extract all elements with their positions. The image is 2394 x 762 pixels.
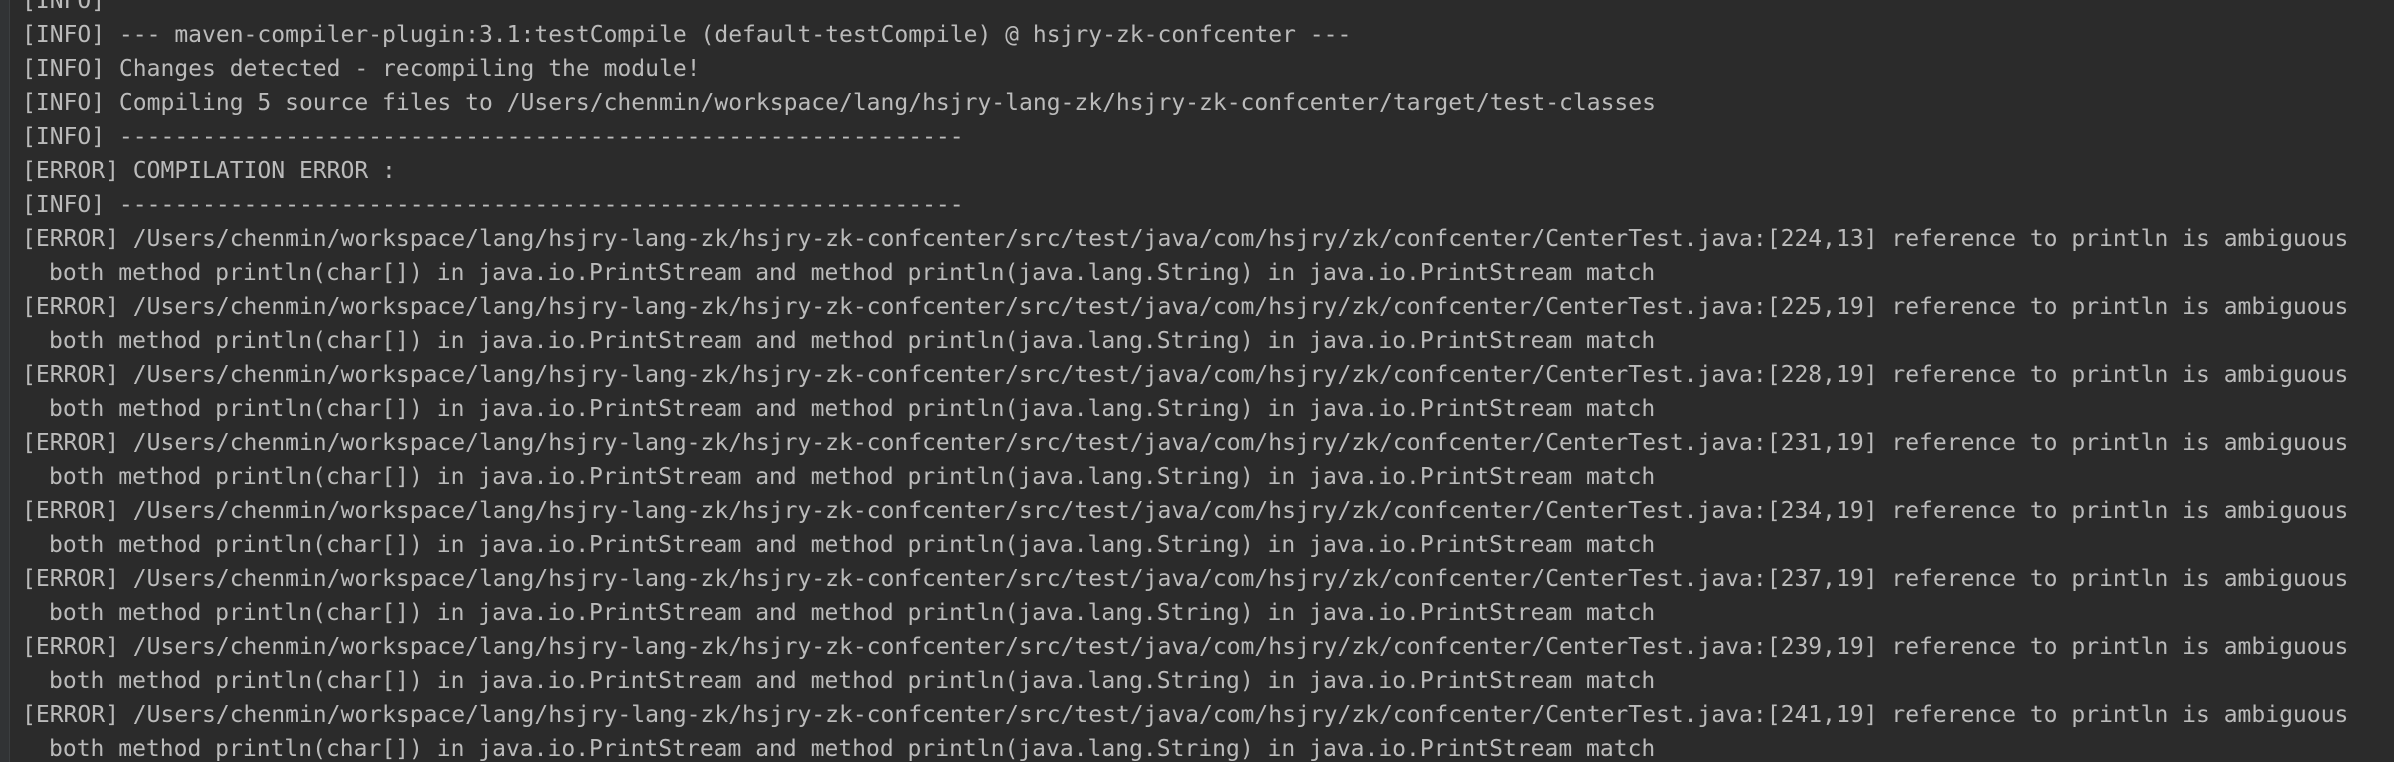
log-line: [ERROR] /Users/chenmin/workspace/lang/hs… xyxy=(22,634,2349,660)
log-line-continuation: both method println(char[]) in java.io.P… xyxy=(49,396,1656,422)
log-line: [ERROR] /Users/chenmin/workspace/lang/hs… xyxy=(22,294,2349,320)
log-line: [ERROR] /Users/chenmin/workspace/lang/hs… xyxy=(22,226,2349,252)
log-line: [ERROR] /Users/chenmin/workspace/lang/hs… xyxy=(22,702,2349,728)
log-line: [INFO] ---------------------------------… xyxy=(22,192,964,218)
log-line: [INFO] --- maven-compiler-plugin:3.1:tes… xyxy=(22,22,1352,48)
log-line-continuation: both method println(char[]) in java.io.P… xyxy=(49,736,1656,762)
log-line: [ERROR] /Users/chenmin/workspace/lang/hs… xyxy=(22,498,2349,524)
log-line: [INFO] ---------------------------------… xyxy=(22,124,964,150)
log-line-continuation: both method println(char[]) in java.io.P… xyxy=(49,260,1656,286)
log-line: [INFO] Changes detected - recompiling th… xyxy=(22,56,701,82)
log-line: [ERROR] COMPILATION ERROR : xyxy=(22,158,396,184)
log-line-continuation: both method println(char[]) in java.io.P… xyxy=(49,600,1656,626)
log-line-continuation: both method println(char[]) in java.io.P… xyxy=(49,464,1656,490)
log-line-continuation: both method println(char[]) in java.io.P… xyxy=(49,532,1656,558)
log-line-continuation: both method println(char[]) in java.io.P… xyxy=(49,668,1656,694)
log-line: [ERROR] /Users/chenmin/workspace/lang/hs… xyxy=(22,362,2349,388)
log-line: [ERROR] /Users/chenmin/workspace/lang/hs… xyxy=(22,566,2349,592)
console-gutter xyxy=(0,0,10,762)
log-line: [INFO] xyxy=(22,0,106,14)
console-output-panel: [INFO] [INFO] --- maven-compiler-plugin:3… xyxy=(0,0,2394,762)
log-line: [INFO] Compiling 5 source files to /User… xyxy=(22,90,1656,116)
log-line: [ERROR] /Users/chenmin/workspace/lang/hs… xyxy=(22,430,2349,456)
log-line-continuation: both method println(char[]) in java.io.P… xyxy=(49,328,1656,354)
console-log[interactable]: [INFO] [INFO] --- maven-compiler-plugin:3… xyxy=(22,0,2394,762)
